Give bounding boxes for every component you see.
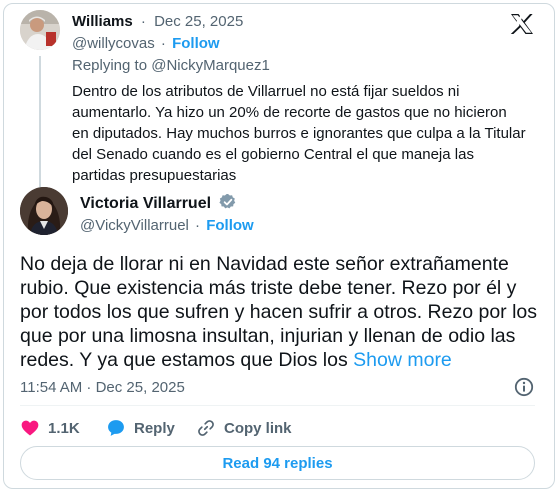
main-follow-separator: · (195, 217, 201, 234)
follow-separator: · (160, 35, 166, 52)
heart-icon (21, 420, 39, 436)
read-replies-button[interactable]: Read 94 replies (20, 446, 535, 480)
main-author-name[interactable]: Victoria Villarruel (80, 195, 211, 212)
avatar-victoria[interactable] (20, 187, 68, 235)
parent-follow-button[interactable]: Follow (172, 35, 220, 52)
verified-badge-icon[interactable] (219, 193, 237, 211)
main-handle-row: @VickyVillarruel · Follow (80, 216, 254, 236)
copy-link-button[interactable]: Copy link (196, 416, 292, 440)
parent-author-row: Williams · Dec 25, 2025 (72, 12, 243, 32)
tweet-timestamp[interactable]: 11:54 AM · Dec 25, 2025 (20, 379, 185, 397)
reply-label: Reply (134, 419, 175, 437)
action-bar: 1.1K Reply Copy link (20, 416, 420, 440)
main-tweet-text: No deja de llorar ni en Navidad este señ… (20, 253, 538, 371)
x-logo-icon[interactable] (510, 13, 534, 35)
divider (20, 405, 535, 406)
link-icon (198, 420, 214, 436)
show-more-link[interactable]: Show more (353, 349, 452, 371)
replying-to-line: Replying to @NickyMarquez1 (72, 56, 270, 76)
copy-link-label: Copy link (224, 419, 292, 437)
like-button[interactable]: 1.1K (20, 416, 80, 440)
replying-prefix: Replying to (72, 57, 148, 74)
main-follow-button[interactable]: Follow (206, 217, 254, 234)
parent-handle-row: @willycovas · Follow (72, 34, 220, 54)
main-handle[interactable]: @VickyVillarruel (80, 217, 189, 234)
reply-bubble-icon (108, 420, 124, 436)
thread-connector-line (39, 56, 41, 188)
read-replies-label: Read 94 replies (222, 454, 333, 472)
avatar-williams[interactable] (20, 10, 60, 50)
replying-handle-link[interactable]: @NickyMarquez1 (151, 57, 270, 74)
reply-button[interactable]: Reply (106, 416, 175, 440)
parent-tweet-text: Dentro de los atributos de Villarruel no… (72, 83, 526, 184)
parent-date[interactable]: Dec 25, 2025 (154, 13, 243, 30)
like-count: 1.1K (48, 419, 80, 437)
date-separator: · (140, 13, 146, 30)
main-tweet-text-block: No deja de llorar ni en Navidad este señ… (20, 252, 540, 372)
info-icon[interactable] (514, 377, 534, 397)
main-author-row: Victoria Villarruel (80, 193, 237, 214)
parent-handle[interactable]: @willycovas (72, 35, 155, 52)
parent-author-name[interactable]: Williams (72, 13, 133, 30)
